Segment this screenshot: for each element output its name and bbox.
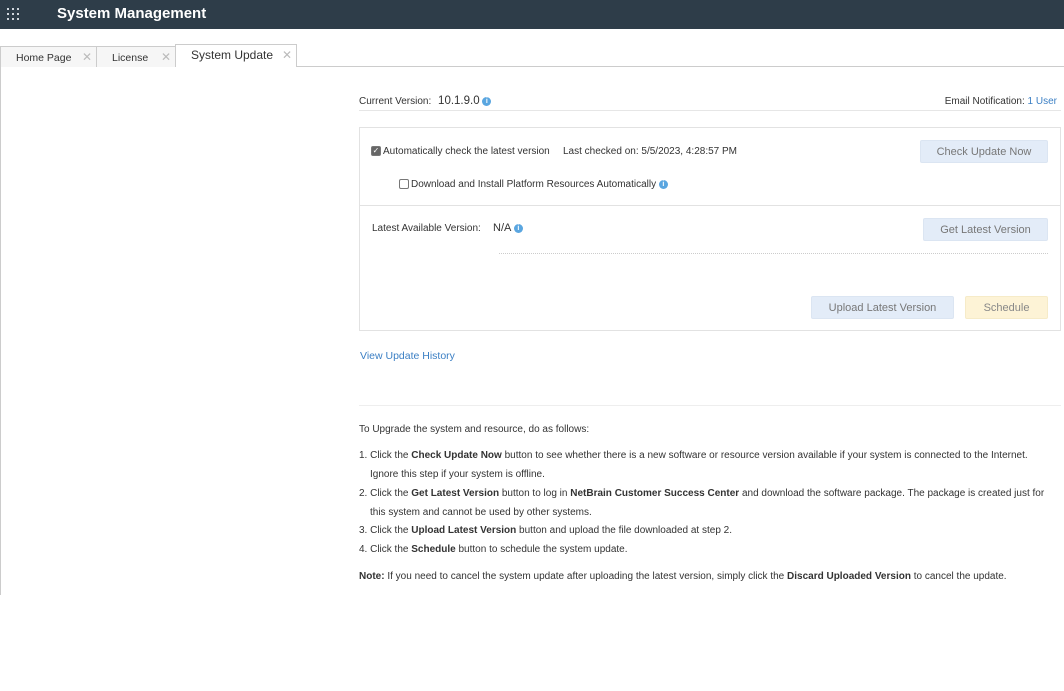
text: button and upload the file downloaded at… xyxy=(516,525,733,536)
text: button to log in xyxy=(499,488,571,499)
current-version-label: Current Version: xyxy=(359,96,432,107)
email-notification: Email Notification: 1 User xyxy=(945,96,1057,107)
close-icon[interactable]: ✕ xyxy=(282,48,292,62)
app-title: System Management xyxy=(57,5,207,22)
instruction-step: 2. Click the Get Latest Version button t… xyxy=(359,484,1049,522)
latest-version-value: N/A xyxy=(493,222,511,234)
text: 2. Click the xyxy=(359,488,412,499)
bold-text: Check Update Now xyxy=(411,450,502,461)
app-menu-icon[interactable] xyxy=(7,8,19,20)
checkbox-checked-icon[interactable]: ✓ xyxy=(371,146,381,157)
check-update-now-button[interactable]: Check Update Now xyxy=(920,140,1048,163)
checkbox-unchecked-icon[interactable] xyxy=(399,179,409,190)
email-notification-label: Email Notification: xyxy=(944,96,1025,107)
text: to cancel the update. xyxy=(910,571,1007,582)
tab-system-update[interactable]: System Update ✕ xyxy=(175,44,297,67)
latest-version: N/A i xyxy=(493,222,523,234)
latest-version-section: Latest Available Version: N/A i Get Late… xyxy=(359,205,1061,331)
tab-license[interactable]: License ✕ xyxy=(96,46,176,67)
bold-text: Get Latest Version xyxy=(411,488,500,499)
instruction-step: 4. Click the Schedule button to schedule… xyxy=(359,540,1049,559)
download-resources-label: Download and Install Platform Resources … xyxy=(411,179,657,190)
current-version-value: 10.1.9.0 xyxy=(438,95,480,107)
text: 4. Click the xyxy=(359,544,412,555)
instruction-note: Note: If you need to cancel the system u… xyxy=(359,567,1059,586)
email-notification-link[interactable]: 1 User xyxy=(1028,96,1057,107)
close-icon[interactable]: ✕ xyxy=(161,50,171,64)
text: 3. Click the xyxy=(359,525,412,536)
current-version: Current Version: 10.1.9.0 i xyxy=(359,95,492,107)
info-icon[interactable]: i xyxy=(482,96,492,106)
tab-home-page[interactable]: Home Page ✕ xyxy=(0,46,97,67)
divider xyxy=(359,405,1061,406)
tab-bar: Home Page ✕ License ✕ System Update ✕ xyxy=(0,44,1064,67)
text: 1. Click the xyxy=(359,450,412,461)
get-latest-version-button[interactable]: Get Latest Version xyxy=(923,218,1048,241)
tab-label: System Update xyxy=(191,48,274,62)
bold-text: NetBrain Customer Success Center xyxy=(570,488,740,499)
text: button to schedule the system update. xyxy=(455,544,628,555)
bold-text: Upload Latest Version xyxy=(411,525,517,536)
instruction-step: 3. Click the Upload Latest Version butto… xyxy=(359,521,1049,540)
info-icon[interactable]: i xyxy=(513,223,523,233)
bold-text: Schedule xyxy=(411,544,456,555)
bold-text: Note: xyxy=(359,571,385,582)
latest-version-label: Latest Available Version: xyxy=(372,223,481,234)
tab-label: Home Page xyxy=(16,52,72,64)
bold-text: Discard Uploaded Version xyxy=(787,571,911,582)
close-icon[interactable]: ✕ xyxy=(82,50,92,64)
schedule-button[interactable]: Schedule xyxy=(965,296,1048,319)
instruction-step: 1. Click the Check Update Now button to … xyxy=(359,446,1049,484)
upload-latest-version-button[interactable]: Upload Latest Version xyxy=(811,296,954,319)
check-update-section: ✓ Automatically check the latest version … xyxy=(359,127,1061,206)
top-bar: System Management xyxy=(0,0,1064,29)
auto-check-label: Automatically check the latest version xyxy=(383,146,550,157)
dotted-divider xyxy=(499,253,1048,254)
download-resources-checkbox[interactable]: Download and Install Platform Resources … xyxy=(399,179,668,190)
instructions-intro: To Upgrade the system and resource, do a… xyxy=(359,424,590,435)
last-checked-text: Last checked on: 5/5/2023, 4:28:57 PM xyxy=(563,146,738,157)
text: If you need to cancel the system update … xyxy=(384,571,788,582)
view-update-history-link[interactable]: View Update History xyxy=(360,350,455,362)
info-icon[interactable]: i xyxy=(658,179,668,189)
panel-border xyxy=(0,67,1,595)
tab-label: License xyxy=(112,52,149,64)
auto-check-checkbox[interactable]: ✓ Automatically check the latest version xyxy=(371,146,550,157)
divider xyxy=(359,110,1061,111)
